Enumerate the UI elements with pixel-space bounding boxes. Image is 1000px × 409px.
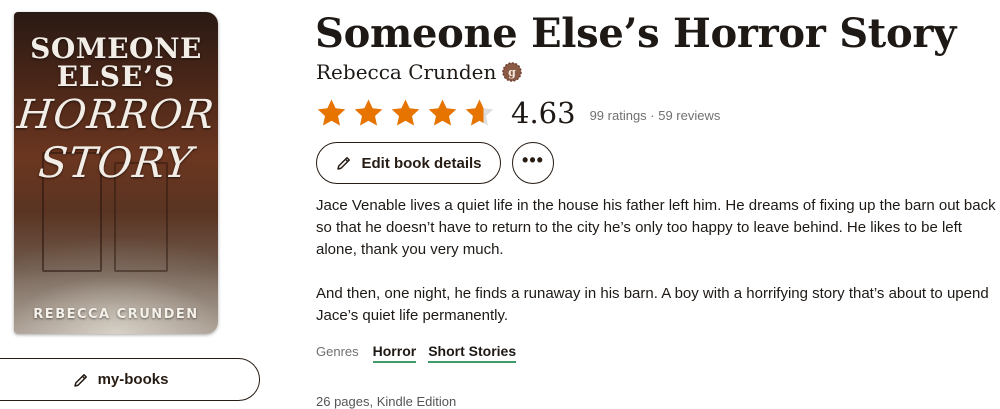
star-icon [317, 99, 346, 126]
book-description: Jace Venable lives a quiet life in the h… [316, 195, 996, 349]
genres-label: Genres [316, 344, 359, 359]
genre-link-horror[interactable]: Horror [372, 343, 417, 363]
average-rating: 4.63 [511, 96, 576, 130]
book-page: SOMEONE ELSE’S HORROR STORY REBECCA CRUN… [0, 0, 1000, 409]
pages-format-info: 26 pages, Kindle Edition [316, 394, 457, 409]
cover-title-line: HORROR [15, 92, 217, 138]
description-paragraph: And then, one night, he finds a runaway … [316, 285, 989, 324]
author-row: Rebecca Crunden g [316, 60, 523, 84]
description-paragraph: Jace Venable lives a quiet life in the h… [316, 197, 996, 258]
pencil-icon [337, 157, 351, 170]
ratings-reviews-count[interactable]: 99 ratings · 59 reviews [590, 108, 721, 123]
goodreads-author-badge-icon: g [502, 62, 523, 82]
genres-row: Genres Horror Short Stories [316, 343, 517, 363]
star-icon [391, 99, 420, 126]
rating-row: 4.63 99 ratings · 59 reviews [316, 96, 720, 130]
edit-book-details-button[interactable]: Edit book details [316, 142, 501, 184]
more-options-button[interactable]: ••• [512, 142, 554, 184]
star-icon [428, 99, 457, 126]
my-books-label: my-books [97, 371, 169, 388]
my-books-button[interactable]: my-books [0, 358, 260, 401]
author-link[interactable]: Rebecca Crunden [316, 60, 496, 84]
svg-text:g: g [509, 66, 517, 79]
star-icon [354, 99, 383, 126]
book-cover[interactable]: SOMEONE ELSE’S HORROR STORY REBECCA CRUN… [14, 12, 218, 334]
genre-list: Horror Short Stories [372, 343, 517, 363]
pencil-icon [73, 373, 87, 387]
star-icon [465, 99, 494, 126]
cover-title-line: ELSE’S [56, 60, 176, 93]
cover-title-line: STORY [36, 138, 196, 187]
genre-link-short-stories[interactable]: Short Stories [428, 343, 517, 363]
cover-author: REBECCA CRUNDEN [33, 307, 199, 322]
edit-book-details-label: Edit book details [361, 154, 482, 172]
book-title: Someone Else’s Horror Story [315, 10, 957, 57]
ellipsis-icon: ••• [522, 149, 544, 170]
rating-stars[interactable] [316, 98, 495, 128]
